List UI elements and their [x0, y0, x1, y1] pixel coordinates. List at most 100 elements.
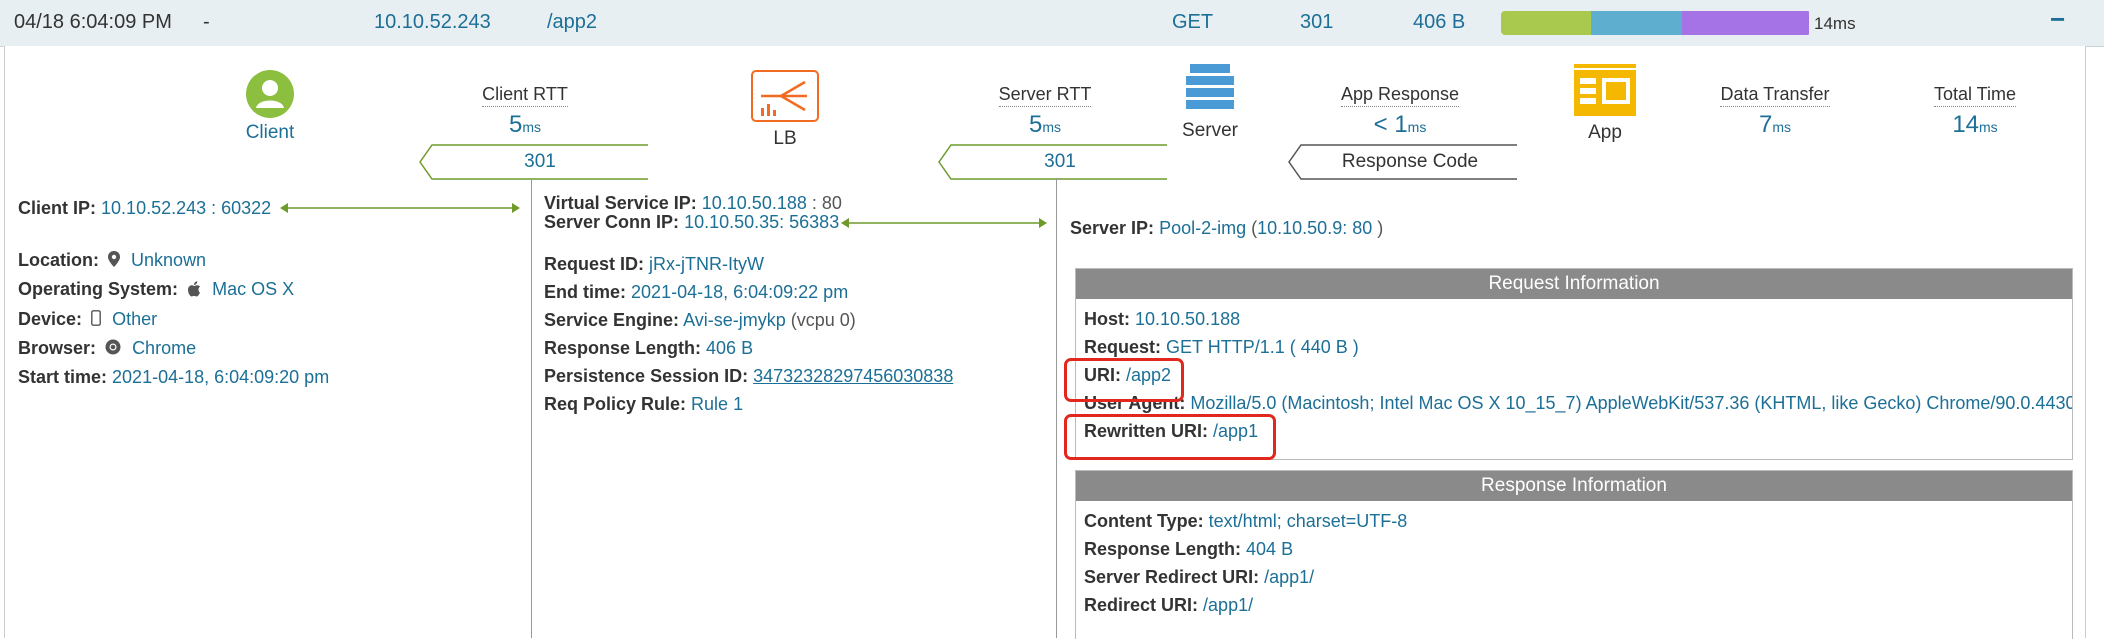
lb-label: LB: [773, 128, 797, 149]
vcpu: (vcpu 0): [790, 310, 856, 330]
server-pool[interactable]: Pool-2-img: [1159, 218, 1246, 238]
app-response-unit: ms: [1407, 119, 1427, 135]
server-ip-label: Server IP:: [1070, 218, 1155, 238]
request-id-value: jRx-jTNR-ItyW: [649, 254, 765, 274]
client-rtt-label: Client RTT: [482, 84, 568, 107]
timing-server-segment: [1591, 11, 1682, 35]
request-value: GET HTTP/1.1 ( 440 B ): [1166, 337, 1359, 357]
redirect-uri-value: /app1/: [1203, 595, 1254, 615]
user-agent-value: Mozilla/5.0 (Macintosh; Intel Mac OS X 1…: [1190, 393, 2072, 413]
response-info-title: Response Information: [1076, 471, 2072, 501]
divider-1: [531, 178, 532, 638]
client-node: Client: [225, 70, 315, 144]
status-code: 301: [1300, 11, 1334, 33]
response-length-label: Response Length:: [544, 338, 702, 358]
client-ip-value: 10.10.52.243 : 60322: [101, 198, 272, 218]
resp-length-label: Response Length:: [1084, 539, 1242, 559]
chrome-icon: [105, 335, 121, 363]
app-response-metric: App Response < 1ms: [1325, 84, 1475, 139]
end-time-label: End time:: [544, 282, 627, 302]
double-arrow-icon: [841, 218, 1047, 228]
data-transfer-metric: Data Transfer 7ms: [1700, 84, 1850, 139]
redirect-uri-label: Redirect URI:: [1084, 595, 1199, 615]
app-response-label: App Response: [1340, 84, 1460, 107]
location-label: Location:: [18, 250, 99, 270]
rewritten-uri-highlight: [1064, 414, 1276, 460]
total-time-label: Total Time: [1933, 84, 2017, 107]
client-rtt-value: 5: [508, 111, 523, 138]
total-time-value: 14: [1952, 111, 1980, 138]
vs-ip-value: 10.10.50.188: [701, 193, 807, 213]
browser-value: Chrome: [132, 337, 197, 358]
total-time-unit: ms: [1979, 119, 1998, 135]
client-rtt-unit: ms: [522, 119, 542, 135]
client-rtt-metric: Client RTT 5ms: [455, 84, 595, 139]
server-label: Server: [1182, 120, 1238, 141]
vs-ip-label: Virtual Service IP:: [544, 193, 697, 213]
response-length-value: 406 B: [706, 338, 754, 358]
server-rtt-value: 5: [1028, 111, 1043, 138]
response-code-1: 301: [524, 151, 556, 172]
uri-highlight: [1064, 358, 1184, 402]
server-icon: [1186, 64, 1234, 109]
client-label: Client: [245, 122, 295, 143]
timestamp: 04/18 6:04:09 PM: [14, 11, 172, 33]
content-type-label: Content Type:: [1084, 511, 1204, 531]
service-engine-value[interactable]: Avi-se-jmykp: [683, 310, 786, 330]
total-time: 14ms: [1814, 14, 1856, 33]
request-uri: /app2: [547, 11, 598, 33]
collapse-icon[interactable]: −: [2050, 4, 2094, 35]
timing-bar: [1501, 11, 1811, 35]
os-value: Mac OS X: [212, 279, 295, 300]
response-code-2: 301: [1044, 151, 1076, 172]
server-ip-close: ): [1377, 218, 1384, 238]
host-label: Host:: [1084, 309, 1130, 329]
start-time-label: Start time:: [18, 367, 108, 387]
server-ip-value: 10.10.50.9: 80: [1257, 218, 1373, 238]
data-transfer-unit: ms: [1772, 119, 1792, 135]
client-icon: [246, 70, 294, 118]
divider-2: [1056, 178, 1057, 638]
lb-details: Virtual Service IP: 10.10.50.188 : 80 Se…: [544, 193, 1047, 418]
device-label: Device:: [18, 308, 83, 329]
app-label: App: [1588, 122, 1622, 143]
request-info-title: Request Information: [1076, 269, 2072, 299]
vs-port: : 80: [811, 193, 842, 213]
load-balancer-icon: [751, 70, 819, 122]
service-engine-label: Service Engine:: [544, 310, 680, 330]
dash: -: [203, 11, 210, 33]
device-value: Other: [112, 308, 158, 329]
app-response-value: < 1: [1373, 111, 1408, 138]
server-node: Server: [1175, 64, 1245, 142]
server-redirect-label: Server Redirect URI:: [1084, 567, 1260, 587]
lb-node: LB: [745, 70, 825, 150]
persistence-session-link[interactable]: 3473232829745603083​8: [753, 366, 953, 386]
data-transfer-value: 7: [1758, 111, 1773, 138]
server-rtt-label: Server RTT: [998, 84, 1092, 107]
host-value: 10.10.50.188: [1135, 309, 1241, 329]
response-code-label: Response Code: [1341, 151, 1479, 172]
request-label: Request:: [1084, 337, 1162, 357]
app-icon: [1574, 64, 1636, 116]
method: GET: [1172, 11, 1214, 33]
apple-icon: [187, 277, 201, 305]
log-entry-header[interactable]: 04/18 6:04:09 PM - 10.10.52.243 /app2 GE…: [0, 0, 2104, 47]
persistence-label: Persistence Session ID:: [544, 366, 749, 386]
conn-ip-value: 10.10.50.35: 56383: [684, 212, 840, 232]
req-policy-value[interactable]: Rule 1: [691, 394, 743, 414]
server-details: Server IP: Pool-2-img (10.10.50.9: 80 ): [1070, 214, 2070, 242]
client-ip: 10.10.52.243: [374, 11, 491, 33]
timing-app-segment: [1682, 11, 1809, 35]
double-arrow-icon: [280, 203, 520, 213]
log-details-panel: Client Client RTT 5ms LB Server RTT 5ms: [4, 46, 2086, 639]
browser-label: Browser:: [18, 337, 97, 358]
timing-client-segment: [1501, 11, 1591, 35]
app-node: App: [1570, 64, 1640, 144]
client-ip-label: Client IP:: [18, 198, 97, 218]
server-rtt-metric: Server RTT 5ms: [975, 84, 1115, 139]
start-time-value: 2021-04-18, 6:04:09:20 pm: [112, 367, 330, 387]
device-icon: [91, 306, 101, 334]
location-pin-icon: [108, 247, 121, 275]
req-policy-label: Req Policy Rule:: [544, 394, 687, 414]
response-size: 406 B: [1413, 11, 1466, 33]
